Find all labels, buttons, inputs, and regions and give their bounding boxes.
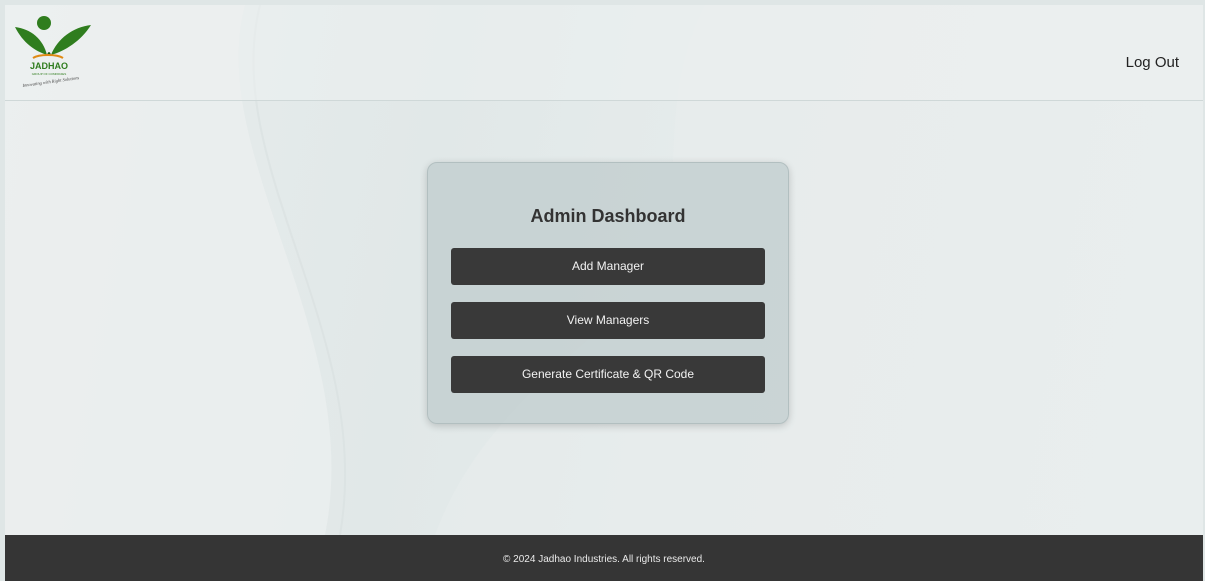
footer-copyright: © 2024 Jadhao Industries. All rights res… xyxy=(503,554,705,565)
company-logo[interactable]: JADHAO GROUP OF COMPANIES Innovating wit… xyxy=(9,11,93,91)
dashboard-title: Admin Dashboard xyxy=(530,206,686,226)
admin-dashboard-card: Admin Dashboard Add Manager View Manager… xyxy=(427,162,789,424)
footer: © 2024 Jadhao Industries. All rights res… xyxy=(5,535,1203,581)
generate-certificate-qr-button[interactable]: Generate Certificate & QR Code xyxy=(451,356,765,393)
logo-tagline: Innovating with Right Solutions xyxy=(21,75,80,88)
page: JADHAO GROUP OF COMPANIES Innovating wit… xyxy=(5,5,1203,581)
add-manager-button[interactable]: Add Manager xyxy=(451,248,765,285)
logo-leaves-icon: JADHAO GROUP OF COMPANIES Innovating wit… xyxy=(15,16,91,88)
header: JADHAO GROUP OF COMPANIES Innovating wit… xyxy=(5,5,1203,101)
logo-subtext: GROUP OF COMPANIES xyxy=(32,72,67,76)
logout-link[interactable]: Log Out xyxy=(1126,54,1179,71)
view-managers-button[interactable]: View Managers xyxy=(451,302,765,339)
logo-text: JADHAO xyxy=(30,61,68,71)
